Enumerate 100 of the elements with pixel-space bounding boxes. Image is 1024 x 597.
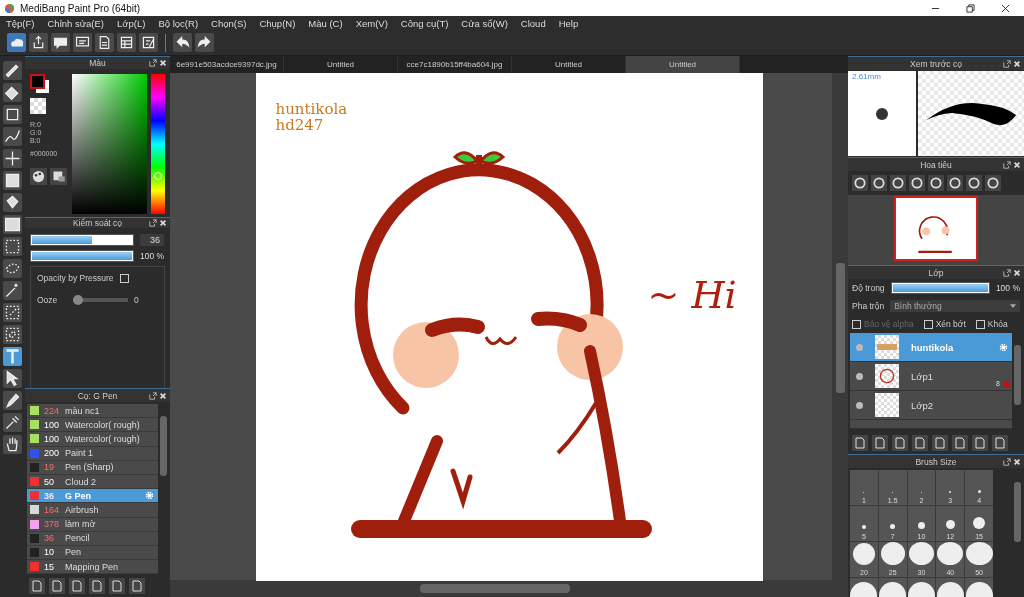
menu-item[interactable]: Chọn(S) bbox=[211, 17, 247, 29]
lasso-tool-icon[interactable] bbox=[3, 259, 22, 278]
checkbox[interactable] bbox=[975, 319, 985, 329]
wand-tool-icon[interactable] bbox=[3, 281, 22, 300]
panel-title: Xem trước cọ bbox=[910, 58, 962, 69]
layer-row[interactable]: Lớp2 bbox=[850, 391, 1012, 420]
opacity-label: Độ trong bbox=[852, 283, 885, 293]
brush-size: 19 bbox=[44, 462, 55, 473]
menu-item[interactable]: Công cụ(T) bbox=[400, 17, 449, 29]
panel-title: Hoa tiêu bbox=[920, 159, 952, 170]
brush-size: 36 bbox=[44, 490, 55, 501]
menu-item[interactable]: Chụp(N) bbox=[259, 17, 296, 29]
brush-list-item[interactable]: 100 Watercolor( rough) bbox=[27, 418, 158, 433]
select-rect-tool-icon[interactable] bbox=[3, 237, 22, 256]
speech-icon[interactable] bbox=[51, 33, 70, 52]
document-tab[interactable]: Untitled bbox=[626, 56, 740, 73]
move-tool-icon[interactable] bbox=[3, 149, 22, 168]
panel-title: Brush Size bbox=[915, 456, 957, 467]
brush-size: 224 bbox=[44, 405, 60, 416]
bucket-tool-icon[interactable] bbox=[3, 193, 22, 212]
grid-icon[interactable] bbox=[117, 33, 136, 52]
operation-tool-icon[interactable] bbox=[3, 369, 22, 388]
new-file-icon[interactable] bbox=[49, 578, 65, 594]
dropper-tool-icon[interactable] bbox=[3, 413, 22, 432]
cloud-icon[interactable] bbox=[7, 33, 26, 52]
slider-thumb[interactable] bbox=[73, 295, 83, 305]
brush-size: 378 bbox=[44, 519, 60, 530]
popout-icon[interactable] bbox=[1003, 59, 1011, 68]
popout-icon[interactable] bbox=[1003, 268, 1011, 277]
brush-list-item[interactable]: 100 Watercolor( rough) bbox=[27, 432, 158, 447]
brush-size: 50 bbox=[44, 476, 55, 487]
menu-item[interactable]: Tệp(F) bbox=[6, 17, 35, 29]
color-swatches[interactable] bbox=[30, 74, 50, 94]
scrollbar[interactable] bbox=[832, 73, 848, 580]
brush-tool-icon[interactable] bbox=[3, 61, 22, 80]
checkbox[interactable] bbox=[923, 319, 933, 329]
window-title: MediBang Paint Pro (64bit) bbox=[20, 2, 141, 14]
menu-item[interactable]: Màu (C) bbox=[308, 17, 343, 29]
upload-icon[interactable] bbox=[29, 33, 48, 52]
palette-icon[interactable] bbox=[30, 168, 47, 185]
close-icon[interactable] bbox=[1001, 3, 1010, 13]
visibility-icon[interactable] bbox=[856, 401, 863, 409]
popout-icon[interactable] bbox=[149, 219, 157, 227]
menu-item[interactable]: Xem(V) bbox=[355, 17, 388, 29]
artwork-canvas[interactable]: huntikola hd247 ~ Hi bbox=[255, 73, 763, 581]
transparent-swatch[interactable] bbox=[30, 98, 46, 114]
opacity-reading: 100 % bbox=[995, 283, 1020, 293]
menu-item[interactable]: Chỉnh sửa(E) bbox=[47, 17, 105, 29]
hand-tool-icon[interactable] bbox=[3, 435, 22, 454]
blend-mode-dropdown[interactable]: Bình thường bbox=[890, 300, 1020, 312]
settings-icon[interactable] bbox=[999, 342, 1008, 352]
restore-icon[interactable] bbox=[966, 3, 975, 13]
layer-option[interactable]: Xén bớt bbox=[923, 319, 966, 329]
menu-item[interactable]: Help bbox=[558, 17, 579, 29]
popout-icon[interactable] bbox=[1003, 160, 1011, 169]
visibility-icon[interactable] bbox=[856, 372, 863, 380]
menu-item[interactable]: Bộ lọc(R) bbox=[158, 17, 199, 29]
layer-thumbnail bbox=[875, 335, 899, 359]
gradient-tool-icon[interactable] bbox=[3, 215, 22, 234]
layer-thumbnail bbox=[875, 393, 899, 417]
undo-icon[interactable] bbox=[173, 33, 192, 52]
menu-item[interactable]: Lớp(L) bbox=[117, 17, 146, 29]
select-pen-tool-icon[interactable] bbox=[3, 303, 22, 322]
popout-icon[interactable] bbox=[149, 59, 157, 67]
dot-tool-icon[interactable] bbox=[3, 105, 22, 124]
settings-icon[interactable] bbox=[145, 491, 154, 501]
menu-item[interactable]: Cloud bbox=[520, 17, 546, 29]
edit-icon[interactable] bbox=[139, 33, 158, 52]
fill-rect-tool-icon[interactable] bbox=[3, 171, 22, 190]
page-icon[interactable] bbox=[95, 33, 114, 52]
brush-size: 36 bbox=[44, 533, 55, 544]
redo-icon[interactable] bbox=[195, 33, 214, 52]
popout-icon[interactable] bbox=[1003, 457, 1011, 466]
navigator-thumbnail[interactable] bbox=[894, 196, 978, 261]
pen-tool-icon[interactable] bbox=[3, 391, 22, 410]
color-picker[interactable] bbox=[72, 74, 147, 214]
hue-slider[interactable] bbox=[151, 74, 165, 214]
scrollbar[interactable] bbox=[170, 580, 848, 597]
ooze-slider[interactable] bbox=[73, 295, 128, 305]
brush-list-item[interactable]: 15 Mapping Pen bbox=[27, 560, 158, 575]
brush-size: 10 bbox=[44, 547, 55, 558]
layer-thumbnail bbox=[875, 364, 899, 388]
menu-item[interactable]: Cửa sổ(W) bbox=[461, 17, 508, 29]
panel-title: Màu bbox=[89, 58, 106, 68]
curve-tool-icon[interactable] bbox=[3, 127, 22, 146]
checkbox[interactable] bbox=[119, 273, 129, 283]
swatch-icon[interactable] bbox=[50, 168, 67, 185]
eraser-tool-icon[interactable] bbox=[3, 83, 22, 102]
brush-list-item[interactable]: 224 màu nc1 bbox=[27, 404, 158, 419]
size-field[interactable]: 36 bbox=[140, 234, 164, 246]
comment-icon[interactable] bbox=[73, 33, 92, 52]
layer-option[interactable]: Khóa bbox=[975, 319, 1008, 329]
brush-dot-icon bbox=[876, 107, 888, 120]
select-eraser-tool-icon[interactable] bbox=[3, 325, 22, 344]
slider-track[interactable] bbox=[30, 234, 134, 246]
popout-icon[interactable] bbox=[149, 391, 157, 400]
brush-list-item[interactable]: 164 Airbrush bbox=[27, 503, 158, 518]
brush-size: 15 bbox=[44, 561, 55, 572]
panel-title: Kiểm soát cọ bbox=[72, 218, 123, 228]
new-layer-icon[interactable] bbox=[852, 435, 868, 451]
